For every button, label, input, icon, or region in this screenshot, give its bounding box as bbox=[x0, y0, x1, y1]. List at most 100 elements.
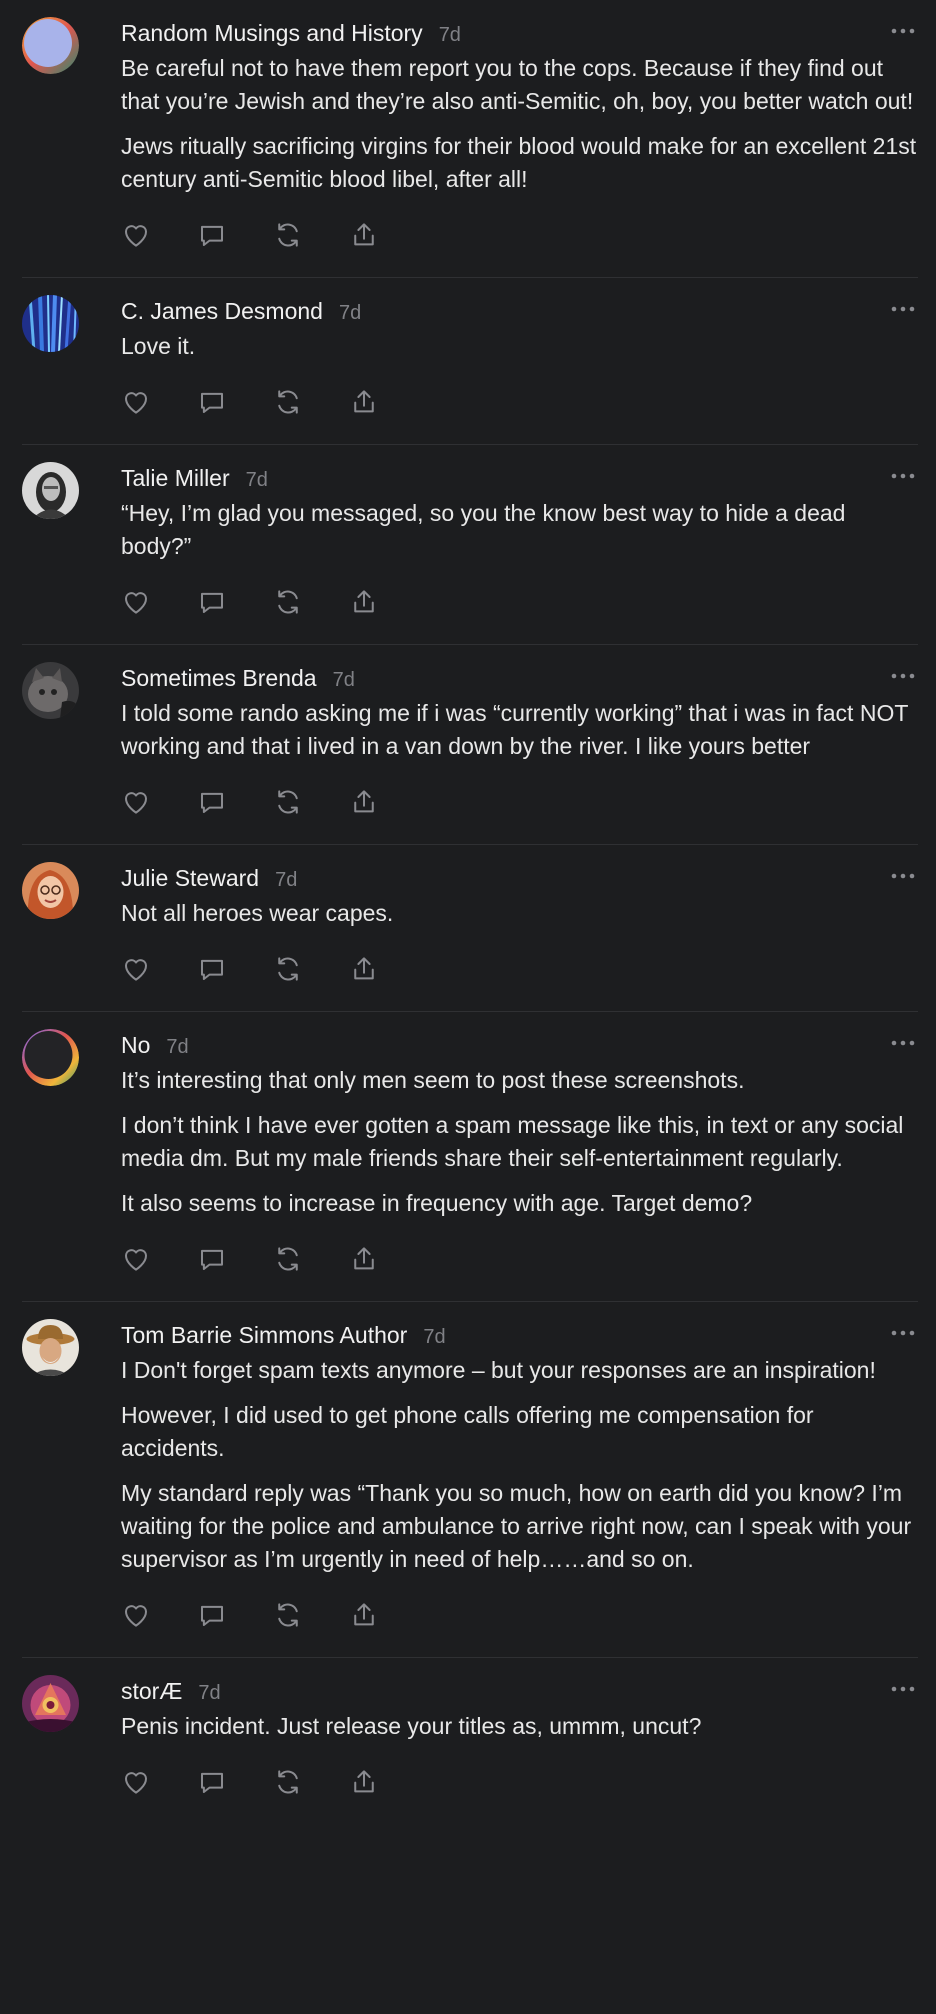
avatar[interactable] bbox=[22, 462, 79, 519]
comment-icon[interactable] bbox=[197, 1767, 227, 1797]
author-name[interactable]: C. James Desmond bbox=[121, 298, 323, 325]
author-name[interactable]: storÆ bbox=[121, 1678, 182, 1705]
author-name[interactable]: Talie Miller bbox=[121, 465, 230, 492]
timestamp: 7d bbox=[338, 302, 362, 324]
restack-icon[interactable] bbox=[273, 220, 303, 250]
comment-body: It’s interesting that only men seem to p… bbox=[121, 1064, 918, 1220]
comment-body: “Hey, I’m glad you messaged, so you the … bbox=[121, 497, 918, 563]
comment-text: Love it. bbox=[121, 333, 196, 359]
share-icon[interactable] bbox=[349, 387, 379, 417]
timestamp: 7d bbox=[438, 24, 461, 46]
restack-icon[interactable] bbox=[273, 587, 303, 617]
author-name[interactable]: Sometimes Brenda bbox=[121, 665, 317, 692]
comment: Julie Steward 7d Not all heroes wear cap… bbox=[22, 845, 918, 1012]
action-bar bbox=[121, 387, 918, 417]
avatar[interactable] bbox=[22, 662, 79, 719]
avatar[interactable] bbox=[22, 17, 79, 74]
timestamp: 7d bbox=[166, 1036, 189, 1058]
comment-text: It also seems to increase in frequency w… bbox=[121, 1190, 753, 1216]
comment: C. James Desmond 7d Love it. bbox=[22, 278, 918, 445]
comment: Talie Miller 7d “Hey, I’m glad you messa… bbox=[22, 445, 918, 645]
more-dots-icon[interactable] bbox=[890, 1684, 916, 1694]
comment-icon[interactable] bbox=[197, 387, 227, 417]
comment-text: My standard reply was “Thank you so much… bbox=[121, 1480, 912, 1572]
share-icon[interactable] bbox=[349, 587, 379, 617]
comment-text: Not all heroes wear capes. bbox=[121, 900, 394, 926]
share-icon[interactable] bbox=[349, 1600, 379, 1630]
comment: storÆ 7d Penis incident. Just release yo… bbox=[22, 1658, 918, 1824]
restack-icon[interactable] bbox=[273, 1600, 303, 1630]
action-bar bbox=[121, 1244, 918, 1274]
avatar[interactable] bbox=[22, 862, 79, 919]
comment: Sometimes Brenda 7d I told some rando as… bbox=[22, 645, 918, 845]
more-dots-icon[interactable] bbox=[890, 26, 916, 36]
heart-icon[interactable] bbox=[121, 220, 151, 250]
more-dots-icon[interactable] bbox=[890, 871, 916, 881]
comment-text: Jews ritually sacrificing virgins for th… bbox=[121, 133, 917, 192]
comment-text: I don’t think I have ever gotten a spam … bbox=[121, 1112, 904, 1171]
comment-icon[interactable] bbox=[197, 587, 227, 617]
comment-icon[interactable] bbox=[197, 220, 227, 250]
comment-icon[interactable] bbox=[197, 1600, 227, 1630]
comment-body: I told some rando asking me if i was “cu… bbox=[121, 697, 918, 763]
author-name[interactable]: Random Musings and History bbox=[121, 20, 423, 47]
share-icon[interactable] bbox=[349, 787, 379, 817]
avatar[interactable] bbox=[22, 1675, 79, 1732]
comment-text: Be careful not to have them report you t… bbox=[121, 55, 914, 114]
restack-icon[interactable] bbox=[273, 387, 303, 417]
comment-text: Penis incident. Just release your titles… bbox=[121, 1713, 702, 1739]
heart-icon[interactable] bbox=[121, 1600, 151, 1630]
more-dots-icon[interactable] bbox=[890, 1038, 916, 1048]
comment-text: However, I did used to get phone calls o… bbox=[121, 1402, 814, 1461]
comment-body: Not all heroes wear capes. bbox=[121, 897, 918, 930]
more-dots-icon[interactable] bbox=[890, 304, 916, 314]
restack-icon[interactable] bbox=[273, 787, 303, 817]
action-bar bbox=[121, 954, 918, 984]
timestamp: 7d bbox=[275, 869, 298, 891]
comment-icon[interactable] bbox=[197, 954, 227, 984]
more-dots-icon[interactable] bbox=[890, 671, 916, 681]
comment-text: It’s interesting that only men seem to p… bbox=[121, 1067, 745, 1093]
heart-icon[interactable] bbox=[121, 387, 151, 417]
timestamp: 7d bbox=[198, 1682, 221, 1704]
share-icon[interactable] bbox=[349, 220, 379, 250]
avatar[interactable] bbox=[22, 295, 79, 352]
action-bar bbox=[121, 1600, 918, 1630]
heart-icon[interactable] bbox=[121, 1244, 151, 1274]
comment-icon[interactable] bbox=[197, 1244, 227, 1274]
author-name[interactable]: No bbox=[121, 1032, 150, 1059]
comment-feed: Random Musings and History 7d Be careful… bbox=[0, 0, 936, 1824]
timestamp: 7d bbox=[245, 469, 268, 491]
comment-body: Be careful not to have them report you t… bbox=[121, 52, 918, 196]
comment: No 7d It’s interesting that only men see… bbox=[22, 1012, 918, 1302]
comment-text: I Don't forget spam texts anymore – but … bbox=[121, 1357, 876, 1383]
comment-body: Love it. bbox=[121, 330, 918, 363]
author-name[interactable]: Julie Steward bbox=[121, 865, 259, 892]
action-bar bbox=[121, 1767, 918, 1797]
more-dots-icon[interactable] bbox=[890, 1328, 916, 1338]
share-icon[interactable] bbox=[349, 1244, 379, 1274]
restack-icon[interactable] bbox=[273, 1244, 303, 1274]
heart-icon[interactable] bbox=[121, 954, 151, 984]
author-name[interactable]: Tom Barrie Simmons Author bbox=[121, 1322, 407, 1349]
avatar[interactable] bbox=[22, 1029, 79, 1086]
restack-icon[interactable] bbox=[273, 1767, 303, 1797]
avatar[interactable] bbox=[22, 1319, 79, 1376]
heart-icon[interactable] bbox=[121, 1767, 151, 1797]
action-bar bbox=[121, 220, 918, 250]
share-icon[interactable] bbox=[349, 954, 379, 984]
comment: Random Musings and History 7d Be careful… bbox=[22, 0, 918, 278]
heart-icon[interactable] bbox=[121, 587, 151, 617]
action-bar bbox=[121, 587, 918, 617]
share-icon[interactable] bbox=[349, 1767, 379, 1797]
heart-icon[interactable] bbox=[121, 787, 151, 817]
comment: Tom Barrie Simmons Author 7d I Don't for… bbox=[22, 1302, 918, 1658]
comment-icon[interactable] bbox=[197, 787, 227, 817]
comment-text: I told some rando asking me if i was “cu… bbox=[121, 700, 908, 759]
action-bar bbox=[121, 787, 918, 817]
comment-text: “Hey, I’m glad you messaged, so you the … bbox=[121, 500, 846, 559]
restack-icon[interactable] bbox=[273, 954, 303, 984]
more-dots-icon[interactable] bbox=[890, 471, 916, 481]
timestamp: 7d bbox=[332, 669, 355, 691]
comment-body: Penis incident. Just release your titles… bbox=[121, 1710, 918, 1743]
